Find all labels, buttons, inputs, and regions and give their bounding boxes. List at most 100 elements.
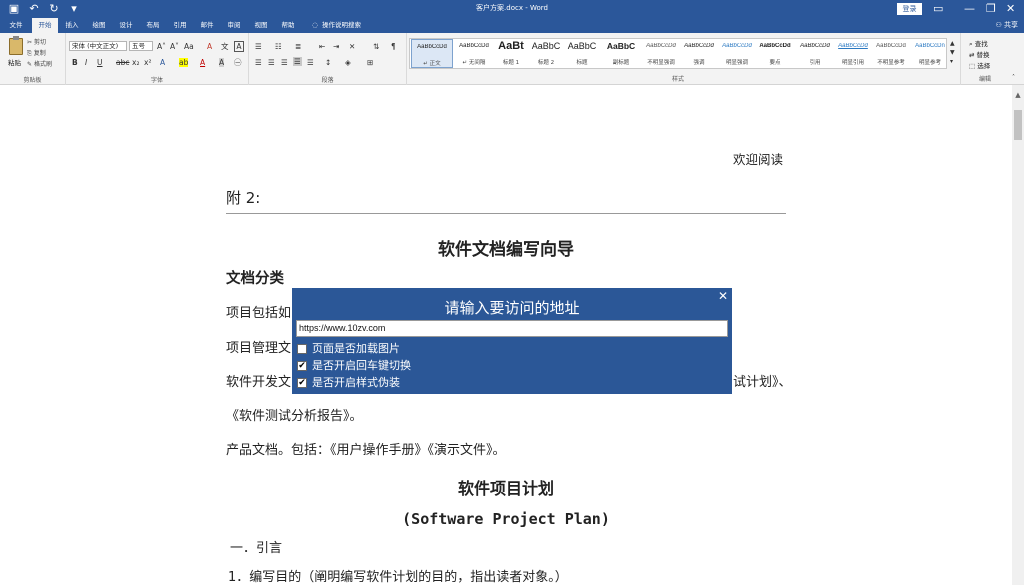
styles-more-icon[interactable]: ▾ bbox=[950, 57, 953, 66]
style-intense-reference[interactable]: AaBbCcDn 明显参考 bbox=[909, 39, 951, 68]
shrink-font-icon[interactable]: A˅ bbox=[170, 42, 179, 51]
bold-icon[interactable]: B bbox=[72, 58, 78, 67]
scrollbar-thumb[interactable] bbox=[1014, 110, 1022, 140]
vertical-scrollbar[interactable]: ▲ bbox=[1012, 85, 1024, 585]
paragraph-group-label: 段落 bbox=[321, 77, 334, 84]
paste-button-label[interactable]: 粘贴 bbox=[8, 57, 21, 67]
minimize-icon[interactable]: — bbox=[964, 1, 975, 17]
style-intense-emphasis[interactable]: AaBbCcDd 明显强调 bbox=[716, 39, 758, 68]
align-left-icon[interactable]: ☰ bbox=[255, 58, 262, 67]
multilevel-list-icon[interactable]: ≣ bbox=[295, 42, 301, 51]
subscript-icon[interactable]: x₂ bbox=[132, 58, 139, 67]
checkbox[interactable] bbox=[297, 343, 307, 354]
close-icon[interactable]: ✕ bbox=[1006, 1, 1015, 17]
format-painter-button[interactable]: ✎ 格式刷 bbox=[27, 59, 52, 68]
chinese-layout-icon[interactable]: ✕ bbox=[349, 42, 355, 51]
numbering-icon[interactable]: ☷ bbox=[275, 42, 282, 51]
brush-icon: ✎ bbox=[27, 61, 34, 68]
bullets-icon[interactable]: ☰ bbox=[255, 42, 262, 51]
ribbon-display-icon[interactable]: ▭ bbox=[933, 1, 943, 17]
restore-icon[interactable]: ❐ bbox=[986, 1, 996, 17]
style-subtle-emphasis[interactable]: AaBbCcDd 不明显强调 bbox=[640, 39, 682, 68]
paragraph-3-left: 软件开发文 bbox=[226, 375, 292, 390]
highlight-icon[interactable]: ab bbox=[179, 58, 189, 67]
cut-button[interactable]: ✂ 剪切 bbox=[27, 37, 46, 46]
style-quote[interactable]: AaBbCcDd 引用 bbox=[794, 39, 836, 68]
paste-icon[interactable] bbox=[9, 36, 23, 55]
option-style-disguise[interactable]: ✔ 是否开启样式伪装 bbox=[297, 376, 400, 389]
share-button[interactable]: ⚇ 共享 bbox=[995, 18, 1018, 33]
sort-icon[interactable]: ⇅ bbox=[373, 42, 379, 51]
styles-scroll-up-icon[interactable]: ▲ bbox=[950, 39, 955, 48]
show-marks-icon[interactable]: ¶ bbox=[391, 42, 396, 51]
scroll-up-icon[interactable]: ▲ bbox=[1012, 91, 1024, 99]
collapse-ribbon-icon[interactable]: ˄ bbox=[1012, 73, 1015, 82]
tab-home[interactable]: 开始 bbox=[32, 18, 58, 33]
select-button[interactable]: ⬚ 选择 bbox=[969, 60, 990, 70]
align-center-icon[interactable]: ☰ bbox=[268, 58, 275, 67]
style-no-spacing[interactable]: AaBbCcDd ↵ 无间隔 bbox=[453, 39, 495, 68]
tell-me-search[interactable]: 操作说明搜索 bbox=[322, 18, 370, 33]
decrease-indent-icon[interactable]: ⇤ bbox=[319, 42, 325, 51]
phonetic-guide-icon[interactable]: 文 bbox=[221, 42, 229, 51]
checkbox[interactable]: ✔ bbox=[297, 377, 307, 388]
close-icon[interactable]: ✕ bbox=[718, 289, 728, 303]
font-name-select[interactable]: 宋体 (中文正文) bbox=[69, 41, 127, 51]
plan-subtitle: (Software Project Plan) bbox=[402, 510, 610, 528]
style-title[interactable]: AaBbC 标题 bbox=[561, 39, 603, 68]
tab-insert[interactable]: 插入 bbox=[61, 18, 83, 33]
tab-draw[interactable]: 绘图 bbox=[88, 18, 110, 33]
font-color-icon[interactable]: A bbox=[200, 58, 205, 67]
login-button[interactable]: 登录 bbox=[897, 3, 922, 15]
tab-references[interactable]: 引用 bbox=[169, 18, 191, 33]
find-button[interactable]: ⌕ 查找 bbox=[969, 38, 988, 49]
underline-icon[interactable]: U bbox=[97, 58, 103, 67]
text-effects-icon[interactable]: A bbox=[160, 58, 165, 67]
option-load-images[interactable]: 页面是否加载图片 bbox=[297, 342, 400, 355]
char-border-icon[interactable]: A bbox=[234, 41, 244, 52]
style-emphasis[interactable]: AaBbCcDd 强调 bbox=[678, 39, 720, 68]
distributed-icon[interactable]: ☰ bbox=[307, 58, 314, 67]
copy-icon: ⎘ bbox=[27, 50, 34, 57]
tab-view[interactable]: 视图 bbox=[250, 18, 272, 33]
url-dialog: 请输入要访问的地址 ✕ https://www.10zv.com 页面是否加载图… bbox=[292, 288, 732, 394]
option-enter-switch[interactable]: ✔ 是否开启回车键切换 bbox=[297, 359, 411, 372]
tab-layout[interactable]: 布局 bbox=[142, 18, 164, 33]
styles-gallery: AaBbCcDd ↵ 正文 AaBbCcDd ↵ 无间隔 AaBt 标题 1 AaBb… bbox=[409, 38, 947, 69]
appendix-label: 附 2: bbox=[226, 189, 261, 207]
tab-help[interactable]: 帮助 bbox=[277, 18, 299, 33]
style-strong[interactable]: AaBbCcDd 要点 bbox=[754, 39, 796, 68]
copy-button[interactable]: ⎘ 复制 bbox=[27, 48, 46, 58]
increase-indent-icon[interactable]: ⇥ bbox=[333, 42, 339, 51]
shading-icon[interactable]: ◈ bbox=[345, 58, 351, 67]
tab-file[interactable]: 文件 bbox=[5, 18, 27, 33]
style-intense-quote[interactable]: AaBbCcDd 明显引用 bbox=[832, 39, 874, 68]
strikethrough-icon[interactable]: abc bbox=[116, 58, 129, 67]
style-normal[interactable]: AaBbCcDd ↵ 正文 bbox=[411, 39, 453, 68]
clear-format-icon[interactable]: A bbox=[207, 42, 212, 51]
style-subtitle[interactable]: AaBbC 副标题 bbox=[600, 39, 642, 68]
superscript-icon[interactable]: x² bbox=[144, 58, 151, 67]
replace-button[interactable]: ⇄ 替换 bbox=[969, 49, 990, 59]
char-shading-icon[interactable]: A bbox=[219, 58, 225, 67]
align-right-icon[interactable]: ☰ bbox=[281, 58, 288, 67]
doc-title: 软件文档编写向导 bbox=[438, 240, 574, 260]
checkbox[interactable]: ✔ bbox=[297, 360, 307, 371]
url-input[interactable]: https://www.10zv.com bbox=[296, 320, 728, 337]
header-divider bbox=[226, 213, 786, 214]
line-spacing-icon[interactable]: ↕ bbox=[325, 58, 331, 67]
style-subtle-reference[interactable]: AaBbCcDd 不明显参考 bbox=[870, 39, 912, 68]
borders-icon[interactable]: ⊞ bbox=[367, 58, 373, 67]
grow-font-icon[interactable]: A˄ bbox=[157, 42, 166, 51]
change-case-icon[interactable]: Aa bbox=[184, 42, 194, 51]
italic-icon[interactable]: I bbox=[85, 58, 87, 67]
replace-icon: ⇄ bbox=[969, 51, 977, 59]
paragraph-2: 项目管理文 bbox=[226, 341, 292, 356]
styles-scroll-down-icon[interactable]: ▼ bbox=[950, 48, 955, 57]
justify-icon[interactable]: ☰ bbox=[293, 57, 302, 66]
tab-review[interactable]: 审阅 bbox=[223, 18, 245, 33]
tab-mailings[interactable]: 邮件 bbox=[196, 18, 218, 33]
font-size-select[interactable]: 五号 bbox=[129, 41, 153, 51]
tab-design[interactable]: 设计 bbox=[115, 18, 137, 33]
enclose-char-icon[interactable]: ㊀ bbox=[234, 58, 242, 67]
